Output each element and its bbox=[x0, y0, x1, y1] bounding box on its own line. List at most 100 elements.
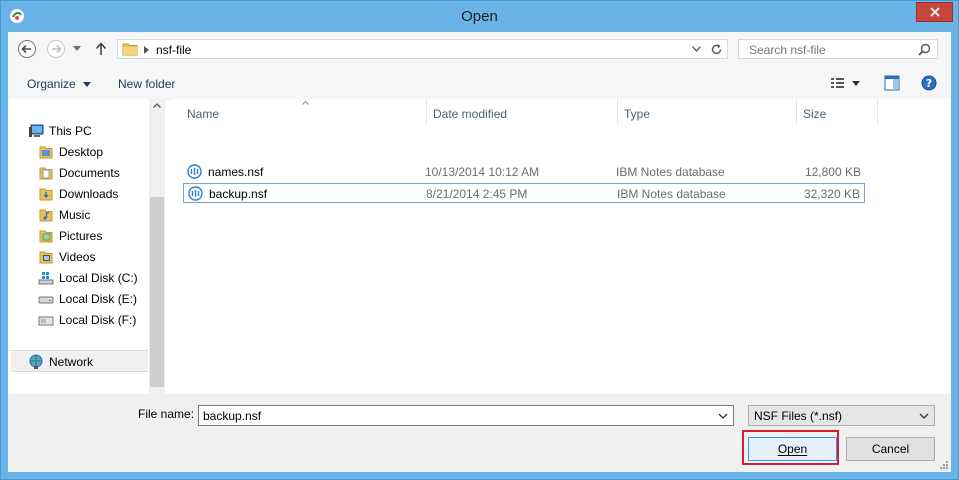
file-type-filter-value: NSF Files (*.nsf) bbox=[754, 409, 843, 423]
title-bar[interactable]: Open bbox=[1, 1, 958, 32]
search-icon[interactable] bbox=[918, 43, 931, 56]
file-name-label: File name: bbox=[138, 407, 195, 421]
file-type: IBM Notes database bbox=[616, 165, 725, 179]
nav-item-this-pc[interactable]: This PC bbox=[28, 121, 92, 141]
computer-icon bbox=[29, 124, 44, 137]
back-arrow-icon bbox=[18, 40, 36, 58]
folder-icon bbox=[39, 251, 53, 264]
search-input[interactable] bbox=[747, 42, 911, 58]
address-dropdown-icon[interactable] bbox=[692, 46, 701, 52]
breadcrumb-current-folder[interactable]: nsf-file bbox=[156, 43, 191, 57]
nav-item-label: Videos bbox=[59, 250, 96, 264]
file-row-selected[interactable]: backup.nsf 8/21/2014 2:45 PM IBM Notes d… bbox=[183, 183, 865, 203]
nav-item-local-disk-c[interactable]: Local Disk (C:) bbox=[38, 268, 138, 288]
nav-item-documents[interactable]: Documents bbox=[38, 163, 120, 183]
folder-icon bbox=[39, 146, 53, 159]
column-header-size[interactable]: Size bbox=[797, 99, 877, 127]
nav-item-local-disk-e[interactable]: Local Disk (E:) bbox=[38, 289, 137, 309]
breadcrumb-chevron-icon bbox=[144, 46, 149, 54]
file-name-combobox[interactable]: backup.nsf bbox=[198, 405, 734, 426]
column-header-label: Size bbox=[803, 107, 827, 121]
file-type: IBM Notes database bbox=[617, 187, 726, 201]
file-name-value[interactable]: backup.nsf bbox=[203, 409, 261, 423]
nav-item-label: Downloads bbox=[59, 187, 119, 201]
up-arrow-icon bbox=[95, 42, 107, 55]
help-icon[interactable]: ? bbox=[921, 75, 937, 91]
nav-item-label: Music bbox=[59, 208, 91, 222]
folder-icon bbox=[39, 167, 53, 180]
nav-item-label: Local Disk (C:) bbox=[59, 271, 138, 285]
network-icon bbox=[29, 354, 43, 369]
command-toolbar: Organize New folder ? bbox=[8, 67, 951, 100]
ibm-notes-file-icon bbox=[188, 186, 203, 201]
folder-icon bbox=[39, 230, 53, 243]
drive-icon bbox=[38, 296, 54, 304]
refresh-icon[interactable] bbox=[710, 43, 723, 56]
column-header-name[interactable]: Name bbox=[171, 99, 426, 127]
column-header-label: Date modified bbox=[433, 107, 508, 121]
nav-item-videos[interactable]: Videos bbox=[38, 247, 95, 267]
organize-label: Organize bbox=[27, 77, 76, 91]
nav-item-label: Pictures bbox=[59, 229, 103, 243]
nav-item-label: Documents bbox=[59, 166, 120, 180]
close-icon bbox=[929, 7, 940, 17]
nav-item-label: This PC bbox=[49, 124, 92, 138]
resize-grip-icon[interactable] bbox=[939, 460, 949, 470]
column-header-type[interactable]: Type bbox=[618, 99, 796, 127]
chevron-down-icon bbox=[73, 46, 81, 51]
file-type-filter-select[interactable]: NSF Files (*.nsf) bbox=[748, 405, 935, 426]
dialog-body: nsf-file Organize bbox=[8, 32, 951, 472]
windows-drive-icon bbox=[38, 272, 54, 285]
folder-icon bbox=[39, 188, 53, 201]
file-name: backup.nsf bbox=[209, 187, 268, 201]
svg-text:?: ? bbox=[926, 77, 932, 90]
preview-pane-icon[interactable] bbox=[884, 75, 900, 91]
nav-item-label: Network bbox=[49, 355, 94, 369]
file-list: Name Date modified Type Size names.nsf 1… bbox=[171, 99, 951, 422]
nav-item-music[interactable]: Music bbox=[38, 205, 90, 225]
file-size: 32,320 KB bbox=[803, 187, 860, 201]
file-size: 12,800 KB bbox=[804, 165, 861, 179]
change-view-icon[interactable] bbox=[830, 76, 860, 90]
chevron-down-icon bbox=[919, 413, 929, 419]
folder-icon bbox=[122, 43, 138, 56]
nav-item-label: Local Disk (F:) bbox=[59, 313, 137, 327]
nav-item-desktop[interactable]: Desktop bbox=[38, 142, 103, 162]
nav-item-downloads[interactable]: Downloads bbox=[38, 184, 118, 204]
address-bar[interactable]: nsf-file bbox=[117, 39, 728, 59]
forward-arrow-icon bbox=[47, 40, 65, 58]
file-date: 8/21/2014 2:45 PM bbox=[426, 187, 528, 201]
navigation-pane: This PC Desktop Documents Downloads Musi… bbox=[8, 99, 166, 422]
cancel-button[interactable]: Cancel bbox=[846, 437, 935, 461]
file-date: 10/13/2014 10:12 AM bbox=[425, 165, 540, 179]
nav-item-pictures[interactable]: Pictures bbox=[38, 226, 102, 246]
back-button[interactable] bbox=[16, 38, 38, 60]
close-button[interactable] bbox=[916, 2, 953, 22]
folder-icon bbox=[39, 209, 53, 222]
new-folder-button[interactable]: New folder bbox=[118, 77, 175, 91]
search-box[interactable] bbox=[738, 39, 938, 59]
organize-menu-button[interactable]: Organize bbox=[27, 77, 92, 91]
up-button[interactable] bbox=[92, 38, 110, 60]
nav-item-label: Desktop bbox=[59, 145, 104, 159]
drive-icon bbox=[38, 316, 54, 326]
file-row[interactable]: names.nsf 10/13/2014 10:12 AM IBM Notes … bbox=[183, 162, 865, 182]
window-title: Open bbox=[461, 8, 498, 25]
navigation-scrollbar[interactable] bbox=[149, 99, 165, 422]
sort-ascending-icon bbox=[302, 101, 309, 105]
nav-item-network[interactable]: Network bbox=[28, 352, 93, 372]
column-header-date-modified[interactable]: Date modified bbox=[427, 99, 617, 127]
forward-button[interactable] bbox=[45, 38, 67, 60]
nav-item-label: Local Disk (E:) bbox=[59, 292, 138, 306]
scrollbar-thumb[interactable] bbox=[150, 197, 164, 387]
nav-item-local-disk-f[interactable]: Local Disk (F:) bbox=[38, 310, 136, 330]
column-divider[interactable] bbox=[877, 99, 878, 125]
open-button[interactable]: Open bbox=[748, 437, 837, 461]
chevron-down-icon[interactable] bbox=[718, 411, 728, 421]
scroll-up-icon[interactable] bbox=[153, 103, 161, 108]
open-dialog: Open nsf-file Search nsf-file Organize N… bbox=[0, 0, 959, 480]
chevron-down-icon bbox=[83, 82, 92, 88]
recent-locations-button[interactable] bbox=[70, 38, 84, 60]
column-header-label: Name bbox=[187, 107, 220, 121]
file-name: names.nsf bbox=[208, 165, 264, 179]
